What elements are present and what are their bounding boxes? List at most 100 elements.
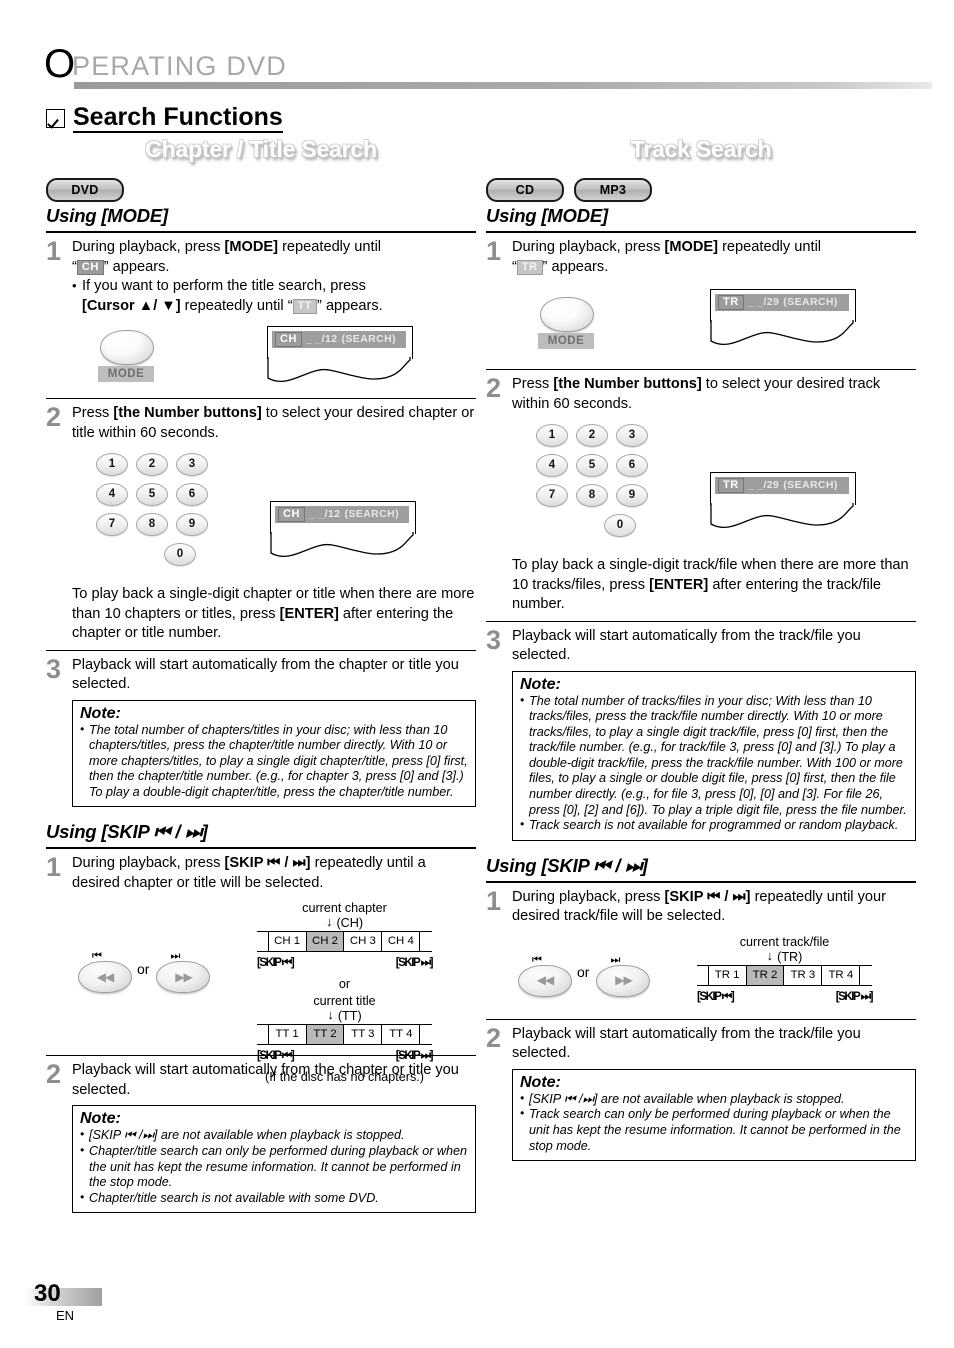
osd-chip-tt: TT	[292, 298, 318, 314]
text: During playback, press	[512, 888, 665, 905]
language-code: EN	[56, 1308, 75, 1323]
text: During playback, press	[72, 855, 225, 872]
num-key-2[interactable]: 2	[576, 424, 608, 447]
num-key-5[interactable]: 5	[136, 483, 168, 506]
diagram-caption-chapter: current chapter	[302, 901, 387, 916]
segment-label-left: [SKIP ⏮]	[257, 1049, 295, 1063]
badge-dvd: DVD	[46, 178, 124, 202]
list-item: Chapter/title search can only be perform…	[80, 1143, 468, 1191]
step-text: During playback, press [SKIP ⏮ / ⏭] repe…	[512, 888, 916, 1013]
step-number: 2	[486, 373, 502, 403]
list-item: Track search can only be performed durin…	[520, 1106, 908, 1154]
section-title-track-search: Track Search	[630, 136, 772, 162]
divider	[46, 847, 476, 850]
num-key-9[interactable]: 9	[176, 513, 208, 536]
step-text: During playback, press [MODE] repeatedly…	[512, 238, 916, 363]
checkbox-icon	[46, 109, 65, 129]
step-text: Playback will start automatically from t…	[72, 656, 476, 808]
step-number: 3	[486, 624, 502, 655]
divider	[486, 1018, 916, 1020]
text: During playback, press	[72, 239, 225, 255]
segment-row-tracks: TR 1 TR 2 TR 3 TR 4	[697, 964, 872, 986]
key-enter: [ENTER]	[649, 576, 709, 593]
subheading-using-skip-right: Using [SKIP ⏮ / ⏭]	[486, 854, 648, 876]
step-text: Press [the Number buttons] to select you…	[512, 375, 916, 615]
key-skip: [SKIP ⏮ / ⏭]	[664, 888, 751, 905]
num-key-5[interactable]: 5	[576, 454, 608, 477]
num-key-0[interactable]: 0	[164, 543, 196, 566]
num-key-3[interactable]: 3	[176, 453, 208, 476]
osd-chip: TR	[718, 478, 744, 493]
num-key-0[interactable]: 0	[604, 514, 636, 537]
num-key-4[interactable]: 4	[536, 454, 568, 477]
segment-cell-current: CH 2	[305, 932, 345, 952]
segment-labels: [SKIP ⏮] [SKIP ⏭]	[697, 987, 874, 1007]
number-buttons-illustration: 1 2 3 4 5 6 7 8 9 0	[96, 453, 226, 573]
osd-chip: CH	[278, 507, 305, 522]
figure-skip-diagram-left: ⏮ ◀◀ or ⏭ ▶▶ current chapter ↓ (CH) CH 1…	[72, 901, 476, 1084]
badge-cd: CD	[486, 178, 564, 202]
button-cap	[540, 297, 594, 332]
num-key-7[interactable]: 7	[96, 513, 128, 536]
num-key-8[interactable]: 8	[576, 484, 608, 507]
list-item: Track search is not available for progra…	[520, 817, 908, 834]
segment-label-right: [SKIP ⏭]	[395, 956, 434, 970]
step-text: Playback will start automatically from t…	[512, 1025, 916, 1162]
osd-value: _ _/29	[747, 478, 780, 491]
segment-cell: CH 1	[267, 932, 307, 952]
skip-back-button[interactable]: ⏮ ◀◀	[518, 951, 572, 997]
key-mode: [MODE]	[664, 239, 719, 255]
step-number: 2	[46, 1059, 62, 1090]
num-key-6[interactable]: 6	[616, 454, 648, 477]
track-segment-diagram: current track/file ↓ (TR) TR 1 TR 2 TR 3…	[697, 935, 874, 1007]
skip-step-2-right: 2 Playback will start automatically from…	[486, 1024, 916, 1162]
or-label: or	[577, 964, 590, 981]
note-title: Note:	[520, 1073, 561, 1091]
step-text: During playback, press [SKIP ⏮ / ⏭] repe…	[72, 854, 476, 1084]
osd-chip: TR	[718, 295, 744, 310]
diagram-caption-chapter-abbr: (CH)	[336, 916, 364, 931]
key-skip: [SKIP ⏮ / ⏭]	[224, 855, 311, 872]
segment-cell: CH 3	[343, 932, 383, 952]
step-text: Playback will start automatically from t…	[512, 627, 916, 841]
segment-row-titles: TT 1 TT 2 TT 3 TT 4	[257, 1024, 432, 1046]
note-box-chapter-skip: Note: [SKIP ⏮ /⏭] are not available when…	[72, 1105, 476, 1214]
step-number: 2	[46, 402, 62, 432]
skip-back-button[interactable]: ⏮ ◀◀	[78, 947, 132, 994]
text: ” appears.	[103, 258, 170, 275]
text: Playback will start automatically from t…	[512, 1025, 861, 1062]
list-item: [SKIP ⏮ /⏭] are not available when playb…	[520, 1091, 908, 1108]
figure-skip-diagram-right: ⏮ ◀◀ or ⏭ ▶▶ current track/file ↓ (TR) T…	[512, 935, 916, 1013]
num-key-8[interactable]: 8	[136, 513, 168, 536]
segment-label-left: [SKIP ⏮]	[697, 989, 735, 1003]
num-key-9[interactable]: 9	[616, 484, 648, 507]
page-footer: 30 EN	[24, 1280, 144, 1326]
key-enter: [ENTER]	[279, 605, 339, 622]
num-key-6[interactable]: 6	[176, 483, 208, 506]
step-3-left: 3 Playback will start automatically from…	[46, 655, 476, 808]
list-item: The total number of chapters/titles in y…	[80, 722, 468, 801]
numpad-row: 7 8 9	[536, 484, 666, 507]
diagram-middle-or: or	[338, 976, 351, 991]
text: Playback will start automatically from t…	[512, 627, 861, 664]
note-list: [SKIP ⏮ /⏭] are not available when playb…	[80, 1127, 468, 1206]
num-key-2[interactable]: 2	[136, 453, 168, 476]
num-key-1[interactable]: 1	[96, 453, 128, 476]
section-title-chapter-title-search: Chapter / Title Search	[145, 136, 377, 162]
num-key-4[interactable]: 4	[96, 483, 128, 506]
num-key-1[interactable]: 1	[536, 424, 568, 447]
segment-label-right: [SKIP ⏭]	[395, 1049, 434, 1063]
numpad-row: 0	[134, 543, 226, 566]
skip-forward-button[interactable]: ⏭ ▶▶	[156, 947, 211, 994]
divider	[46, 398, 476, 399]
running-head: O PERATING DVD	[44, 44, 932, 89]
num-key-7[interactable]: 7	[536, 484, 568, 507]
num-key-3[interactable]: 3	[616, 424, 648, 447]
skip-forward-button[interactable]: ⏭ ▶▶	[596, 951, 651, 997]
divider	[46, 649, 476, 651]
column-track-search: Track Search CD MP3 Using [MODE] 1 Durin…	[486, 132, 916, 1162]
page-title: Search Functions	[46, 104, 283, 134]
divider	[486, 369, 916, 370]
text: During playback, press	[512, 239, 665, 255]
note-box-track-mode: Note: The total number of tracks/files i…	[512, 670, 916, 841]
